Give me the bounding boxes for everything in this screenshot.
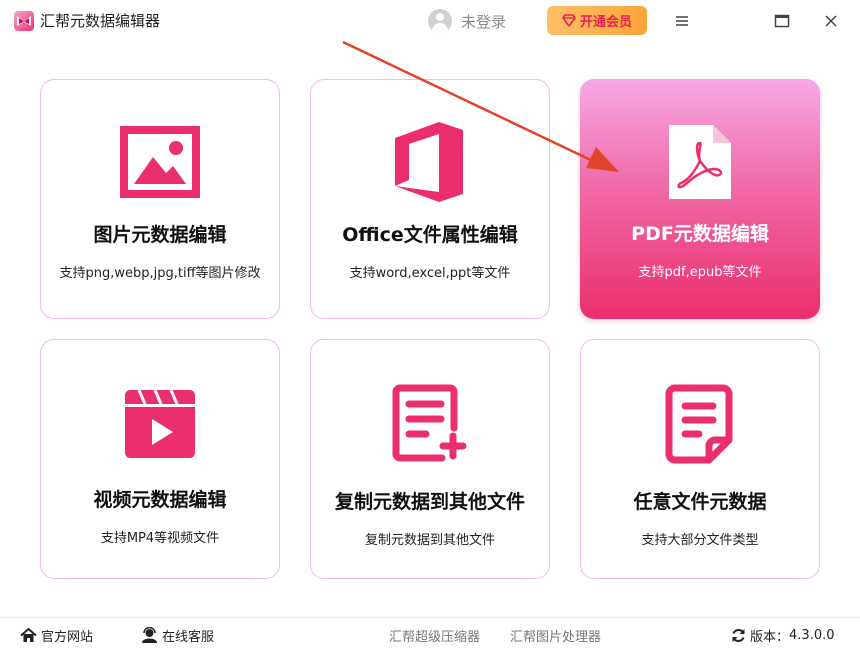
card-subtitle: 支持png,webp,jpg,tiff等图片修改 (59, 266, 261, 281)
refresh-icon (732, 628, 745, 642)
online-support-label: 在线客服 (162, 629, 215, 645)
diamond-icon (562, 14, 576, 27)
card-title: 复制元数据到其他文件 (334, 491, 525, 513)
card-pdf-metadata[interactable]: PDF元数据编辑 支持pdf,epub等文件 (580, 79, 820, 319)
official-website-label: 官方网站 (41, 629, 94, 645)
home-icon (20, 627, 37, 642)
title-bar: 汇帮元数据编辑器 未登录 开通会员 (0, 0, 860, 42)
user-avatar-icon[interactable] (428, 9, 452, 33)
support-agent-icon (142, 627, 157, 643)
card-subtitle: 支持大部分文件类型 (641, 533, 759, 548)
menu-button[interactable] (669, 8, 695, 34)
login-status[interactable]: 未登录 (461, 11, 506, 32)
login-area[interactable]: 未登录 (428, 8, 506, 34)
card-any-file-metadata[interactable]: 任意文件元数据 支持大部分文件类型 (580, 339, 820, 579)
online-support-link[interactable]: 在线客服 (141, 626, 215, 645)
video-icon (41, 390, 279, 458)
version-info[interactable]: 版本： 4.3.0.0 (731, 626, 835, 645)
vip-button[interactable]: 开通会员 (547, 6, 647, 35)
office-icon (311, 122, 549, 202)
card-title: PDF元数据编辑 (631, 223, 769, 245)
maximize-icon (774, 14, 790, 28)
card-subtitle: 支持word,excel,ppt等文件 (349, 266, 511, 281)
card-title: 任意文件元数据 (633, 491, 767, 513)
document-icon (581, 384, 819, 464)
card-title: 视频元数据编辑 (93, 489, 227, 511)
card-subtitle: 支持pdf,epub等文件 (638, 265, 762, 280)
close-icon (825, 15, 837, 27)
app-logo (14, 11, 34, 31)
image-processor-link[interactable]: 汇帮图片处理器 (510, 626, 601, 645)
version-label: 版本： (750, 629, 790, 645)
copy-document-icon (311, 384, 549, 462)
app-title: 汇帮元数据编辑器 (40, 12, 161, 30)
card-title: Office文件属性编辑 (342, 224, 518, 246)
card-copy-metadata[interactable]: 复制元数据到其他文件 复制元数据到其他文件 (310, 339, 550, 579)
card-image-metadata[interactable]: 图片元数据编辑 支持png,webp,jpg,tiff等图片修改 (40, 79, 280, 319)
card-video-metadata[interactable]: 视频元数据编辑 支持MP4等视频文件 (40, 339, 280, 579)
version-number: 4.3.0.0 (789, 627, 835, 643)
compressor-link[interactable]: 汇帮超级压缩器 (389, 626, 480, 645)
card-title: 图片元数据编辑 (93, 224, 227, 246)
card-subtitle: 复制元数据到其他文件 (364, 533, 495, 548)
menu-icon (676, 16, 688, 26)
pdf-icon (580, 125, 820, 199)
vip-label: 开通会员 (579, 15, 632, 30)
close-button[interactable] (818, 8, 844, 34)
image-icon (41, 126, 279, 198)
card-office-properties[interactable]: Office文件属性编辑 支持word,excel,ppt等文件 (310, 79, 550, 319)
card-subtitle: 支持MP4等视频文件 (100, 531, 220, 546)
footer-bar: 官方网站 在线客服 汇帮超级压缩器 汇帮图片处理器 版本： 4.3.0.0 (0, 617, 860, 650)
maximize-button[interactable] (769, 8, 795, 34)
official-website-link[interactable]: 官方网站 (20, 626, 94, 645)
